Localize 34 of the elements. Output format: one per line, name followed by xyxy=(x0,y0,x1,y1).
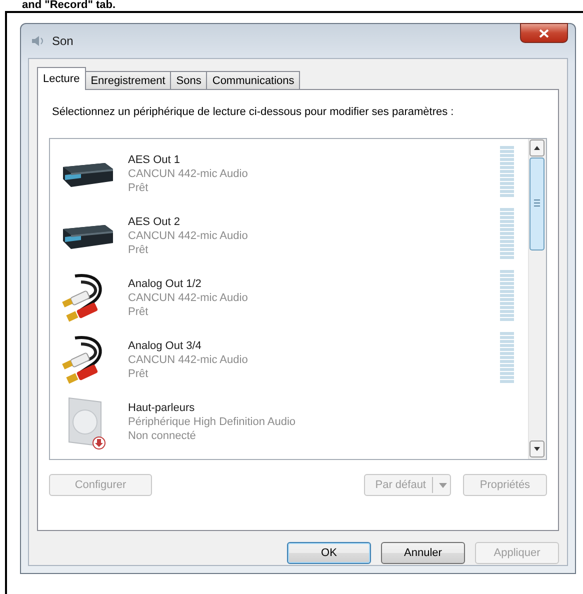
button[interactable]: OK xyxy=(287,542,371,564)
device-status: Prêt xyxy=(128,305,150,319)
tab[interactable]: Communications xyxy=(206,71,300,89)
device-name: Analog Out 3/4 xyxy=(128,339,202,353)
device-item[interactable]: Analog Out 1/2 CANCUN 442-mic Audio Prêt xyxy=(50,267,528,329)
dropdown-arrow-icon xyxy=(439,482,447,488)
device-driver: CANCUN 442-mic Audio xyxy=(128,353,249,367)
device-driver: Périphérique High Definition Audio xyxy=(128,415,297,429)
tab[interactable]: Sons xyxy=(170,71,208,89)
device-name: Haut-parleurs xyxy=(128,401,196,415)
device-status: Prêt xyxy=(128,243,150,257)
device-name: AES Out 1 xyxy=(128,153,181,167)
device-status: Prêt xyxy=(128,181,150,195)
device-driver: CANCUN 442-mic Audio xyxy=(128,167,249,181)
scrollbar[interactable] xyxy=(528,139,546,459)
device-item[interactable]: AES Out 2 CANCUN 442-mic Audio Prêt xyxy=(50,205,528,267)
speaker-icon xyxy=(30,33,46,49)
device-status: Prêt xyxy=(128,367,150,381)
close-button[interactable] xyxy=(520,23,568,43)
device-driver: CANCUN 442-mic Audio xyxy=(128,291,249,305)
device-status: Non connecté xyxy=(128,429,197,443)
device-item[interactable]: Analog Out 3/4 CANCUN 442-mic Audio Prêt xyxy=(50,329,528,391)
close-icon xyxy=(539,28,549,38)
device-item[interactable]: AES Out 1 CANCUN 442-mic Audio Prêt xyxy=(50,143,528,205)
instruction-text: Sélectionnez un périphérique de lecture ci-dessous pour modifier ses paramètres : xyxy=(52,106,455,118)
tab[interactable]: Lecture xyxy=(37,67,86,90)
device-driver: CANCUN 442-mic Audio xyxy=(128,229,249,243)
device-item[interactable]: Haut-parleurs Périphérique High Definition Audio Non connecté xyxy=(50,391,528,453)
device-name: Analog Out 1/2 xyxy=(128,277,202,291)
window-title: Son xyxy=(52,34,74,48)
device-name: AES Out 2 xyxy=(128,215,181,229)
caption-text: and "Record" tab. xyxy=(21,0,117,11)
button[interactable]: Annuler xyxy=(381,542,465,564)
tab[interactable]: Enregistrement xyxy=(84,71,172,89)
